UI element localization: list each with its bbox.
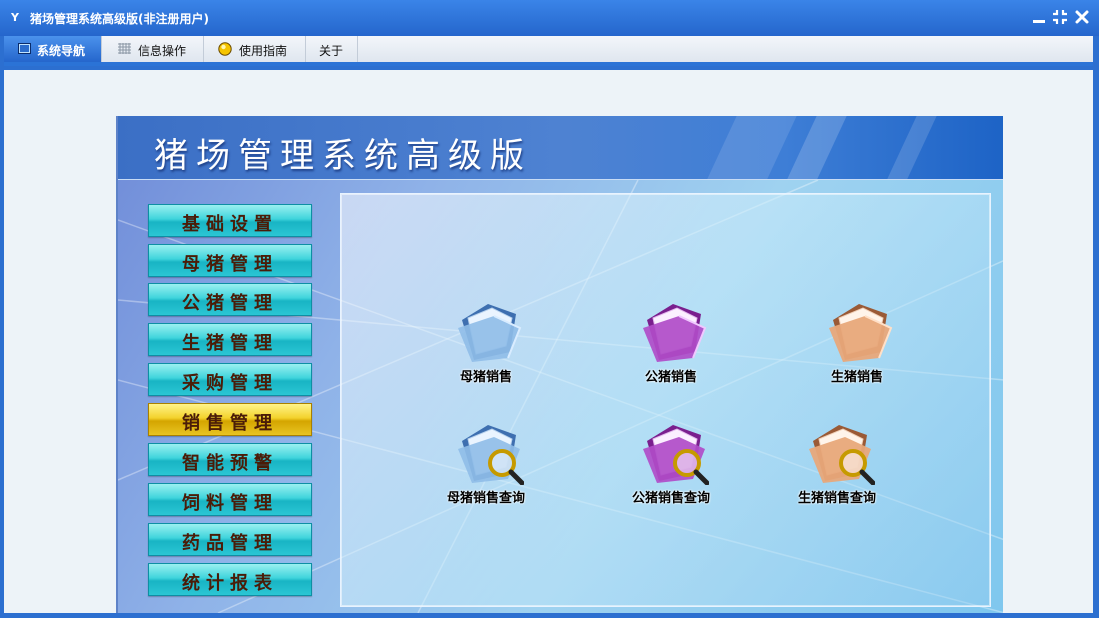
tab-system-navigation[interactable]: 系统导航 <box>4 36 102 62</box>
tab-label: 信息操作 <box>138 44 187 58</box>
nav-purchase-management[interactable]: 采购管理 <box>148 363 312 396</box>
grid-icon <box>118 43 131 54</box>
content-area: 母猪销售 公猪销售 生猪销售 母猪销售查询 公猪销售查询 生猪销售查询 <box>340 193 991 607</box>
nav-boar-management[interactable]: 公猪管理 <box>148 283 312 316</box>
close-button[interactable] <box>1074 9 1090 25</box>
window-title: 猪场管理系统高级版(非注册用户) <box>30 12 209 26</box>
nav-label: 生猪管理 <box>182 333 278 354</box>
nav-feed-management[interactable]: 饲料管理 <box>148 483 312 516</box>
tab-user-guide[interactable]: 使用指南 <box>204 36 306 62</box>
tile-boar-sales-query[interactable]: 公猪销售查询 <box>611 419 731 519</box>
app-window: Y 猪场管理系统高级版(非注册用户) 系统导航 信息操作 使用指南 关于 猪场管… <box>0 0 1099 618</box>
tab-label: 系统导航 <box>37 44 86 58</box>
nav-label: 公猪管理 <box>182 293 278 314</box>
restore-button[interactable] <box>1052 9 1068 25</box>
peach-folder-search-icon <box>809 425 875 485</box>
nav-statistics-report[interactable]: 统计报表 <box>148 563 312 596</box>
help-orb-icon <box>218 42 232 56</box>
nav-smart-alert[interactable]: 智能预警 <box>148 443 312 476</box>
monitor-icon <box>18 43 31 54</box>
purple-folder-search-icon <box>643 425 709 485</box>
title-bar: Y 猪场管理系统高级版(非注册用户) <box>0 0 1099 36</box>
nav-label: 母猪管理 <box>182 254 278 275</box>
tile-label: 公猪销售 <box>644 370 697 385</box>
tile-label: 生猪销售查询 <box>797 491 876 506</box>
nav-label: 销售管理 <box>182 413 278 434</box>
tab-about[interactable]: 关于 <box>306 36 358 62</box>
blue-folder-icon <box>458 304 522 362</box>
peach-folder-icon <box>829 304 893 362</box>
tile-hog-sales[interactable]: 生猪销售 <box>797 298 917 398</box>
restore-icon <box>1053 10 1067 24</box>
nav-label: 饲料管理 <box>182 493 278 514</box>
tile-sow-sales-query[interactable]: 母猪销售查询 <box>426 419 546 519</box>
nav-sow-management[interactable]: 母猪管理 <box>148 244 312 277</box>
purple-folder-icon <box>643 304 707 362</box>
banner-title: 猪场管理系统高级版 <box>154 136 532 176</box>
tile-boar-sales[interactable]: 公猪销售 <box>611 298 731 398</box>
tile-label: 母猪销售查询 <box>446 491 525 506</box>
blue-folder-search-icon <box>458 425 524 485</box>
tile-label: 生猪销售 <box>830 370 883 385</box>
nav-label: 智能预警 <box>182 453 278 474</box>
tab-info-operation[interactable]: 信息操作 <box>102 36 204 62</box>
app-panel: 猪场管理系统高级版 基础设置 母猪管理 公猪管理 生猪管理 采购管理 销售管理 … <box>116 116 1003 613</box>
workspace: 猪场管理系统高级版 基础设置 母猪管理 公猪管理 生猪管理 采购管理 销售管理 … <box>4 70 1093 613</box>
app-logo-icon: Y <box>11 11 19 24</box>
tab-label: 使用指南 <box>239 44 288 58</box>
tab-label: 关于 <box>319 44 344 58</box>
tile-sow-sales[interactable]: 母猪销售 <box>426 298 546 398</box>
nav-label: 药品管理 <box>182 533 278 554</box>
tile-hog-sales-query[interactable]: 生猪销售查询 <box>777 419 897 519</box>
nav-sales-management[interactable]: 销售管理 <box>148 403 312 436</box>
nav-label: 统计报表 <box>182 573 278 594</box>
tile-label: 母猪销售 <box>459 370 512 385</box>
minimize-button[interactable] <box>1031 9 1047 25</box>
nav-basic-settings[interactable]: 基础设置 <box>148 204 312 237</box>
menu-bar: 系统导航 信息操作 使用指南 关于 <box>4 36 1093 66</box>
tile-label: 公猪销售查询 <box>631 491 710 506</box>
nav-label: 基础设置 <box>182 214 278 235</box>
nav-medicine-management[interactable]: 药品管理 <box>148 523 312 556</box>
nav-label: 采购管理 <box>182 373 278 394</box>
banner: 猪场管理系统高级版 <box>118 116 1003 180</box>
close-icon <box>1075 10 1089 24</box>
nav-hog-management[interactable]: 生猪管理 <box>148 323 312 356</box>
